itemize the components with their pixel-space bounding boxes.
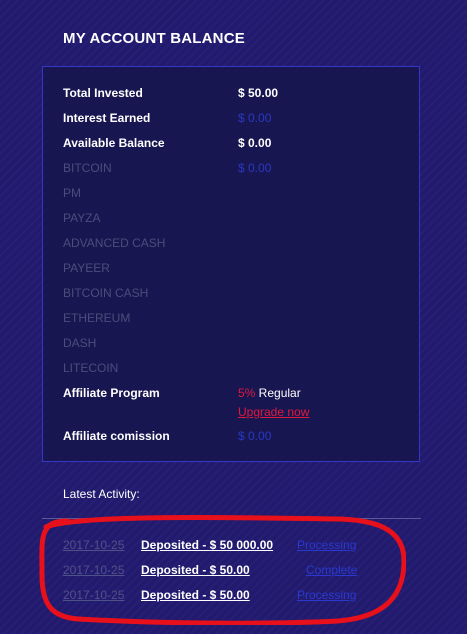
currency-label: PM <box>63 186 81 200</box>
affiliate-program-label: Affiliate Program <box>63 386 160 400</box>
currency-label: BITCOIN CASH <box>63 286 149 300</box>
currency-label: ADVANCED CASH <box>63 236 166 250</box>
activity-description: Deposited - $ 50 000.00 <box>141 538 274 552</box>
affiliate-level: Regular <box>255 386 301 400</box>
affiliate-commission-label: Affiliate comission <box>63 429 170 443</box>
available-balance-label: Available Balance <box>63 136 165 150</box>
affiliate-program-value: 5% Regular <box>238 385 301 401</box>
activity-status-link[interactable]: Processing <box>297 537 356 553</box>
currency-label: BITCOIN <box>63 161 112 175</box>
available-balance-value: $ 0.00 <box>238 136 272 150</box>
affiliate-percent: 5% <box>238 386 256 400</box>
activity-date: 2017-10-25 <box>63 563 125 577</box>
affiliate-commission-value: $ 0.00 <box>238 429 272 443</box>
latest-activity-heading: Latest Activity: <box>63 487 140 501</box>
activity-status-link[interactable]: Processing <box>297 587 356 603</box>
divider <box>42 518 421 519</box>
activity-description: Deposited - $ 50.00 <box>141 563 250 577</box>
currency-label: ETHEREUM <box>63 311 131 325</box>
currency-label: PAYEER <box>63 261 110 275</box>
interest-earned-label: Interest Earned <box>63 111 151 125</box>
total-invested-value: $ 50.00 <box>238 86 279 100</box>
activity-date: 2017-10-25 <box>63 588 125 602</box>
currency-label: DASH <box>63 336 97 350</box>
currency-label: PAYZA <box>63 211 101 225</box>
balance-panel: Total Invested $ 50.00 Interest Earned $… <box>42 66 420 462</box>
page-title: MY ACCOUNT BALANCE <box>63 30 245 47</box>
interest-earned-value: $ 0.00 <box>238 111 272 125</box>
activity-description: Deposited - $ 50.00 <box>141 588 250 602</box>
activity-date: 2017-10-25 <box>63 538 125 552</box>
activity-status-link[interactable]: Complete <box>306 562 357 578</box>
total-invested-label: Total Invested <box>63 86 143 100</box>
upgrade-now-link[interactable]: Upgrade now <box>238 404 309 420</box>
currency-label: LITECOIN <box>63 361 119 375</box>
currency-value: $ 0.00 <box>238 161 272 175</box>
